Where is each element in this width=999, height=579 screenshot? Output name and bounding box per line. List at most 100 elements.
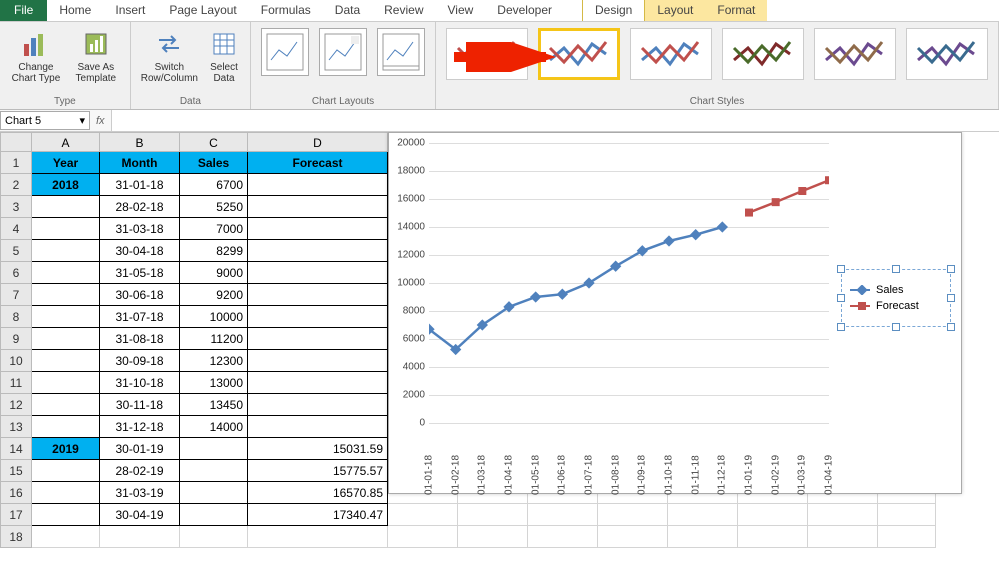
cell-C12[interactable]: 13450 bbox=[180, 394, 248, 416]
cell-C15[interactable] bbox=[180, 460, 248, 482]
cell-A17[interactable] bbox=[32, 504, 100, 526]
row-header-12[interactable]: 12 bbox=[0, 394, 32, 416]
row-header-4[interactable]: 4 bbox=[0, 218, 32, 240]
file-tab[interactable]: File bbox=[0, 0, 47, 21]
row-header-3[interactable]: 3 bbox=[0, 196, 32, 218]
cell-C2[interactable]: 6700 bbox=[180, 174, 248, 196]
cell-D2[interactable] bbox=[248, 174, 388, 196]
tab-page-layout[interactable]: Page Layout bbox=[157, 0, 248, 21]
cell-A10[interactable] bbox=[32, 350, 100, 372]
cell-C8[interactable]: 10000 bbox=[180, 306, 248, 328]
cell[interactable] bbox=[388, 504, 458, 526]
cell-D8[interactable] bbox=[248, 306, 388, 328]
cell-D14[interactable]: 15031.59 bbox=[248, 438, 388, 460]
cell-A15[interactable] bbox=[32, 460, 100, 482]
col-header-B[interactable]: B bbox=[100, 132, 180, 152]
select-all-corner[interactable] bbox=[0, 132, 32, 152]
cell-B5[interactable]: 30-04-18 bbox=[100, 240, 180, 262]
cell[interactable] bbox=[180, 526, 248, 548]
cell[interactable] bbox=[100, 526, 180, 548]
cell-B8[interactable]: 31-07-18 bbox=[100, 306, 180, 328]
header-cell-D[interactable]: Forecast bbox=[248, 152, 388, 174]
cell[interactable] bbox=[878, 504, 936, 526]
cell-B14[interactable]: 30-01-19 bbox=[100, 438, 180, 460]
cell-A8[interactable] bbox=[32, 306, 100, 328]
dropdown-icon[interactable]: ▾ bbox=[79, 114, 85, 127]
cell-A16[interactable] bbox=[32, 482, 100, 504]
col-header-C[interactable]: C bbox=[180, 132, 248, 152]
cell-C6[interactable]: 9000 bbox=[180, 262, 248, 284]
cell-A5[interactable] bbox=[32, 240, 100, 262]
cell-B15[interactable]: 28-02-19 bbox=[100, 460, 180, 482]
row-header-6[interactable]: 6 bbox=[0, 262, 32, 284]
cell-D17[interactable]: 17340.47 bbox=[248, 504, 388, 526]
cell-B2[interactable]: 31-01-18 bbox=[100, 174, 180, 196]
cell[interactable] bbox=[808, 526, 878, 548]
cell-B3[interactable]: 28-02-18 bbox=[100, 196, 180, 218]
cell-C10[interactable]: 12300 bbox=[180, 350, 248, 372]
name-box[interactable]: Chart 5 ▾ bbox=[0, 111, 90, 130]
header-cell-A[interactable]: Year bbox=[32, 152, 100, 174]
row-header-7[interactable]: 7 bbox=[0, 284, 32, 306]
cell-D7[interactable] bbox=[248, 284, 388, 306]
cell-D3[interactable] bbox=[248, 196, 388, 218]
row-header-8[interactable]: 8 bbox=[0, 306, 32, 328]
cell-B13[interactable]: 31-12-18 bbox=[100, 416, 180, 438]
chart-legend[interactable]: SalesForecast bbox=[841, 269, 951, 327]
cell-A7[interactable] bbox=[32, 284, 100, 306]
cell-D6[interactable] bbox=[248, 262, 388, 284]
cell-A3[interactable] bbox=[32, 196, 100, 218]
plot-area[interactable] bbox=[429, 143, 829, 423]
row-header-17[interactable]: 17 bbox=[0, 504, 32, 526]
row-header-9[interactable]: 9 bbox=[0, 328, 32, 350]
cell-D16[interactable]: 16570.85 bbox=[248, 482, 388, 504]
cell-D11[interactable] bbox=[248, 372, 388, 394]
header-cell-B[interactable]: Month bbox=[100, 152, 180, 174]
legend-item-forecast[interactable]: Forecast bbox=[850, 300, 942, 312]
cell[interactable] bbox=[878, 526, 936, 548]
row-header-11[interactable]: 11 bbox=[0, 372, 32, 394]
cell[interactable] bbox=[248, 526, 388, 548]
row-header-10[interactable]: 10 bbox=[0, 350, 32, 372]
save-as-template-button[interactable]: Save As Template bbox=[70, 26, 122, 86]
cell-C3[interactable]: 5250 bbox=[180, 196, 248, 218]
cell-B6[interactable]: 31-05-18 bbox=[100, 262, 180, 284]
cell[interactable] bbox=[808, 504, 878, 526]
row-header-14[interactable]: 14 bbox=[0, 438, 32, 460]
tab-developer[interactable]: Developer bbox=[485, 0, 564, 21]
cell-C16[interactable] bbox=[180, 482, 248, 504]
cell-A2[interactable]: 2018 bbox=[32, 174, 100, 196]
cell[interactable] bbox=[528, 504, 598, 526]
cell-D13[interactable] bbox=[248, 416, 388, 438]
cell-D5[interactable] bbox=[248, 240, 388, 262]
cell[interactable] bbox=[388, 526, 458, 548]
cell[interactable] bbox=[738, 526, 808, 548]
cell-A12[interactable] bbox=[32, 394, 100, 416]
cell-D12[interactable] bbox=[248, 394, 388, 416]
cell-A11[interactable] bbox=[32, 372, 100, 394]
tab-layout[interactable]: Layout bbox=[645, 0, 705, 21]
switch-row-column-button[interactable]: Switch Row/Column bbox=[139, 26, 200, 86]
row-header-16[interactable]: 16 bbox=[0, 482, 32, 504]
cell-B10[interactable]: 30-09-18 bbox=[100, 350, 180, 372]
formula-input[interactable] bbox=[111, 110, 999, 131]
cell[interactable] bbox=[598, 526, 668, 548]
row-header-5[interactable]: 5 bbox=[0, 240, 32, 262]
tab-design[interactable]: Design bbox=[582, 0, 645, 21]
row-header-13[interactable]: 13 bbox=[0, 416, 32, 438]
cell-A14[interactable]: 2019 bbox=[32, 438, 100, 460]
cell[interactable] bbox=[668, 526, 738, 548]
cell-A9[interactable] bbox=[32, 328, 100, 350]
cell-D10[interactable] bbox=[248, 350, 388, 372]
cell-A6[interactable] bbox=[32, 262, 100, 284]
cell[interactable] bbox=[32, 526, 100, 548]
col-header-D[interactable]: D bbox=[248, 132, 388, 152]
row-header-18[interactable]: 18 bbox=[0, 526, 32, 548]
cell-B16[interactable]: 31-03-19 bbox=[100, 482, 180, 504]
chart-style-5[interactable] bbox=[814, 28, 896, 80]
cell-B11[interactable]: 31-10-18 bbox=[100, 372, 180, 394]
cell-A4[interactable] bbox=[32, 218, 100, 240]
cell-B9[interactable]: 31-08-18 bbox=[100, 328, 180, 350]
cell-B4[interactable]: 31-03-18 bbox=[100, 218, 180, 240]
cell[interactable] bbox=[668, 504, 738, 526]
